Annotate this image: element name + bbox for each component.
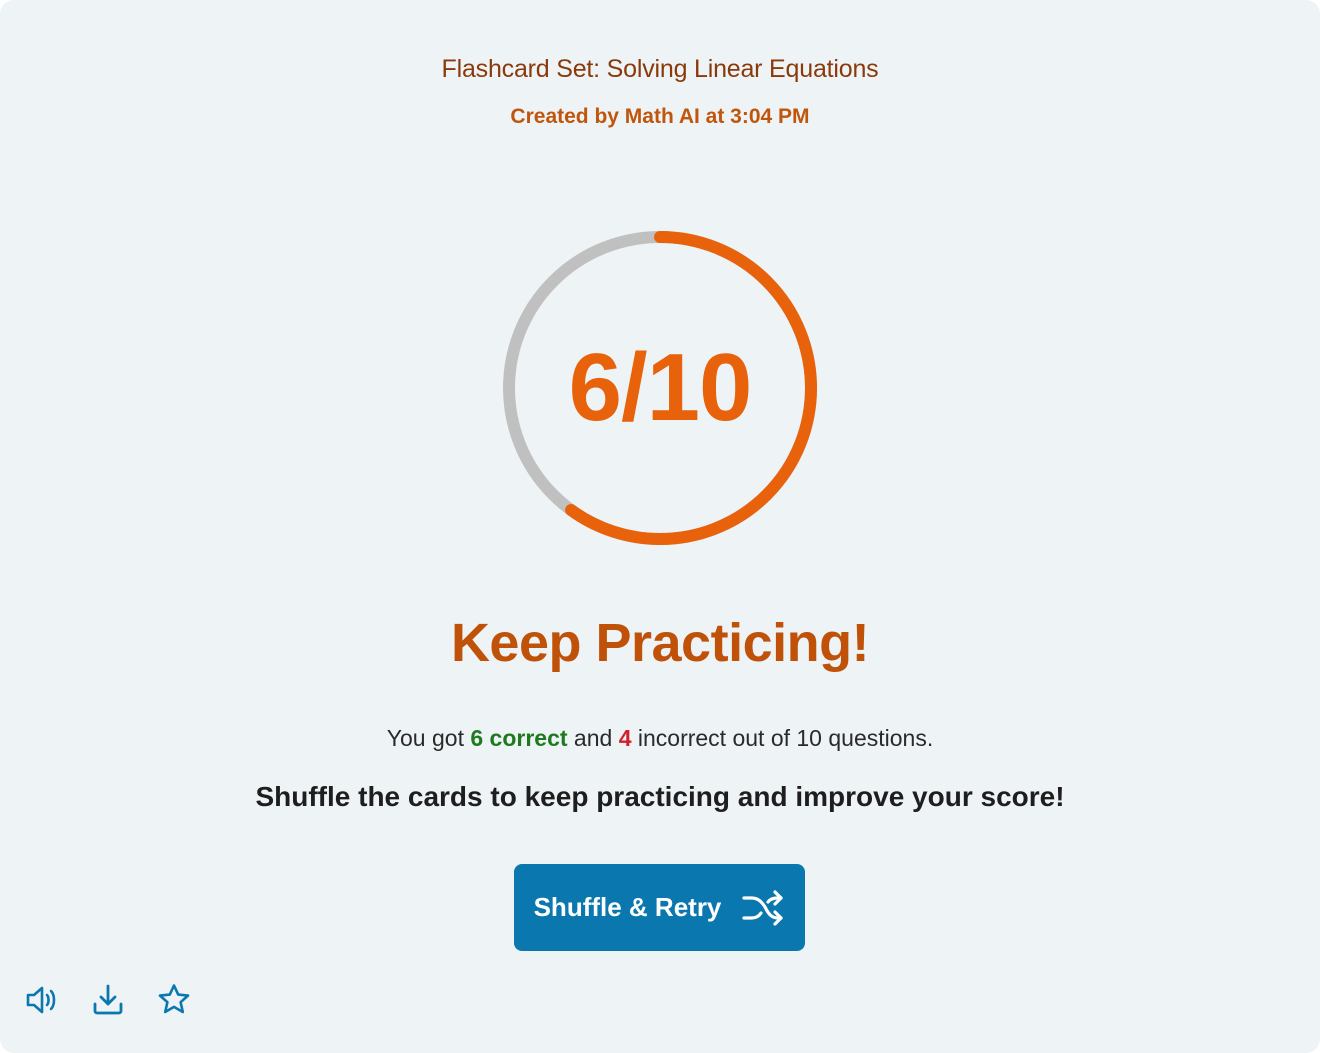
correct-count: 6 correct: [470, 725, 568, 751]
result-summary: You got 6 correct and 4 incorrect out of…: [0, 725, 1320, 752]
result-headline: Keep Practicing!: [450, 613, 870, 673]
score-value: 6/10: [568, 334, 753, 441]
flashcard-set-title: Flashcard Set: Solving Linear Equations: [441, 55, 879, 83]
star-icon[interactable]: [156, 982, 192, 1018]
summary-middle: and: [567, 725, 619, 751]
shuffle-retry-button[interactable]: Shuffle & Retry: [514, 864, 805, 951]
created-by-label: Created by Math AI at 3:04 PM: [510, 105, 810, 128]
shuffle-icon: [741, 889, 785, 926]
score-ring: 6/10: [500, 228, 820, 548]
incorrect-count: 4: [618, 725, 632, 751]
download-icon[interactable]: [90, 982, 126, 1018]
results-card: Flashcard Set: Solving Linear Equations …: [0, 0, 1320, 1053]
speaker-icon[interactable]: [24, 982, 60, 1018]
summary-suffix: incorrect out of 10 questions.: [631, 725, 934, 751]
shuffle-retry-label: Shuffle & Retry: [533, 892, 722, 922]
summary-prefix: You got: [386, 725, 471, 751]
encouragement-text: Shuffle the cards to keep practicing and…: [255, 781, 1065, 812]
bottom-toolbar: [24, 982, 192, 1018]
